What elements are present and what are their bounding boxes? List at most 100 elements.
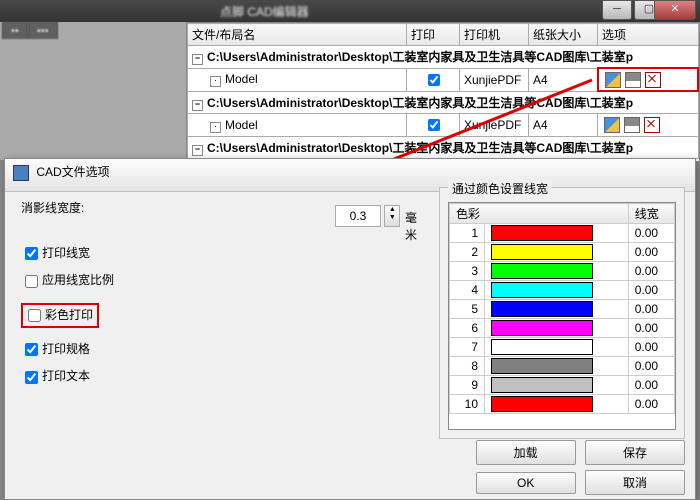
color-swatch[interactable] bbox=[491, 396, 593, 412]
load-button[interactable]: 加载 bbox=[476, 440, 576, 465]
blurred-tab: ▪▪ bbox=[2, 22, 28, 39]
paper-cell: A4 bbox=[529, 68, 598, 91]
color-index: 6 bbox=[450, 319, 485, 338]
table-row[interactable]: ·ModelXunjiePDFA4 bbox=[188, 68, 699, 91]
option-label: 打印线宽 bbox=[42, 246, 90, 260]
option-checkbox[interactable] bbox=[25, 275, 38, 288]
col-color[interactable]: 色彩 bbox=[450, 204, 629, 224]
delete-icon[interactable] bbox=[644, 117, 660, 133]
color-swatch[interactable] bbox=[491, 225, 593, 241]
app-titlebar: 点脚 CAD编辑器 ─ ▢ ✕ bbox=[0, 0, 700, 23]
color-row[interactable]: 80.00 bbox=[450, 357, 675, 376]
save-button[interactable]: 保存 bbox=[585, 440, 685, 465]
color-index: 4 bbox=[450, 281, 485, 300]
close-icon[interactable]: ✕ bbox=[654, 0, 696, 20]
option-应用线宽比例[interactable]: 应用线宽比例 bbox=[21, 271, 421, 290]
preview-icon[interactable] bbox=[604, 117, 620, 133]
spinner[interactable]: ▲▼ bbox=[384, 205, 400, 227]
color-swatch[interactable] bbox=[491, 320, 593, 336]
option-checkbox[interactable] bbox=[25, 343, 38, 356]
table-row[interactable]: −C:\Users\Administrator\Desktop\工装室内家具及卫… bbox=[188, 91, 699, 114]
table-row[interactable]: ·ModelXunjiePDFA4 bbox=[188, 114, 699, 137]
option-checkbox[interactable] bbox=[25, 247, 38, 260]
col-linewidth[interactable]: 线宽 bbox=[628, 204, 674, 224]
color-row[interactable]: 100.00 bbox=[450, 395, 675, 414]
properties-icon[interactable] bbox=[625, 72, 641, 88]
file-table-panel: 文件/布局名 打印 打印机 纸张大小 选项 −C:\Users\Administ… bbox=[186, 22, 700, 162]
option-checkbox[interactable] bbox=[25, 371, 38, 384]
option-打印文本[interactable]: 打印文本 bbox=[21, 367, 421, 386]
minimize-icon[interactable]: ─ bbox=[602, 0, 632, 20]
color-swatch[interactable] bbox=[491, 282, 593, 298]
option-checkbox[interactable] bbox=[28, 309, 41, 322]
color-row[interactable]: 70.00 bbox=[450, 338, 675, 357]
color-row[interactable]: 30.00 bbox=[450, 262, 675, 281]
col-paper[interactable]: 纸张大小 bbox=[529, 24, 598, 46]
table-row[interactable]: −C:\Users\Administrator\Desktop\工装室内家具及卫… bbox=[188, 137, 699, 159]
linewidth-value: 0.00 bbox=[628, 319, 674, 338]
color-index: 3 bbox=[450, 262, 485, 281]
color-index: 5 bbox=[450, 300, 485, 319]
color-swatch[interactable] bbox=[491, 244, 593, 260]
color-index: 2 bbox=[450, 243, 485, 262]
option-label: 打印规格 bbox=[42, 342, 90, 356]
tree-collapse-icon[interactable]: − bbox=[192, 54, 203, 65]
print-checkbox[interactable] bbox=[428, 74, 440, 86]
color-row[interactable]: 60.00 bbox=[450, 319, 675, 338]
properties-icon[interactable] bbox=[624, 117, 640, 133]
linewidth-value: 0.00 bbox=[628, 300, 674, 319]
color-row[interactable]: 50.00 bbox=[450, 300, 675, 319]
col-print[interactable]: 打印 bbox=[407, 24, 460, 46]
option-label: 打印文本 bbox=[42, 369, 90, 383]
col-name[interactable]: 文件/布局名 bbox=[188, 24, 407, 46]
app-icon bbox=[13, 165, 29, 181]
cancel-button[interactable]: 取消 bbox=[585, 470, 685, 495]
color-row[interactable]: 10.00 bbox=[450, 224, 675, 243]
color-index: 8 bbox=[450, 357, 485, 376]
blurred-tab: ▪▪▪ bbox=[28, 22, 58, 39]
tree-collapse-icon[interactable]: − bbox=[192, 100, 203, 111]
linewidth-value: 0.00 bbox=[628, 281, 674, 300]
color-row[interactable]: 20.00 bbox=[450, 243, 675, 262]
option-彩色打印[interactable]: 彩色打印 bbox=[21, 303, 99, 328]
col-options[interactable]: 选项 bbox=[598, 24, 699, 46]
linewidth-value: 0.00 bbox=[628, 357, 674, 376]
linewidth-value: 0.00 bbox=[628, 395, 674, 414]
print-checkbox[interactable] bbox=[428, 119, 440, 131]
delete-icon[interactable] bbox=[645, 72, 661, 88]
tree-leaf-icon: · bbox=[210, 76, 221, 87]
color-swatch[interactable] bbox=[491, 377, 593, 393]
color-swatch[interactable] bbox=[491, 358, 593, 374]
linewidth-value: 0.00 bbox=[628, 338, 674, 357]
left-panel: ▪▪▪▪▪ bbox=[0, 22, 186, 160]
linewidth-value: 0.00 bbox=[628, 224, 674, 243]
color-index: 1 bbox=[450, 224, 485, 243]
unit-label: 毫米 bbox=[405, 209, 421, 243]
preview-icon[interactable] bbox=[605, 72, 621, 88]
color-swatch[interactable] bbox=[491, 263, 593, 279]
printer-cell: XunjiePDF bbox=[460, 114, 529, 137]
option-打印规格[interactable]: 打印规格 bbox=[21, 340, 421, 359]
color-swatch[interactable] bbox=[491, 301, 593, 317]
ok-button[interactable]: OK bbox=[476, 472, 576, 494]
app-title: 点脚 CAD编辑器 bbox=[220, 3, 309, 20]
color-row[interactable]: 90.00 bbox=[450, 376, 675, 395]
color-lineweight-group: 通过颜色设置线宽 色彩 线宽 10.0020.0030.0040.0050.00… bbox=[439, 187, 685, 439]
hide-line-width-input[interactable] bbox=[335, 205, 381, 227]
color-index: 7 bbox=[450, 338, 485, 357]
linewidth-value: 0.00 bbox=[628, 243, 674, 262]
color-swatch[interactable] bbox=[491, 339, 593, 355]
col-printer[interactable]: 打印机 bbox=[460, 24, 529, 46]
tree-leaf-icon: · bbox=[210, 122, 221, 133]
tree-collapse-icon[interactable]: − bbox=[192, 145, 203, 156]
option-打印线宽[interactable]: 打印线宽 bbox=[21, 244, 421, 263]
group-title: 通过颜色设置线宽 bbox=[448, 180, 552, 197]
printer-cell: XunjiePDF bbox=[460, 68, 529, 91]
option-label: 彩色打印 bbox=[45, 308, 93, 322]
dialog-title: CAD文件选项 bbox=[36, 165, 109, 179]
color-row[interactable]: 40.00 bbox=[450, 281, 675, 300]
table-row[interactable]: −C:\Users\Administrator\Desktop\工装室内家具及卫… bbox=[188, 46, 699, 69]
color-index: 9 bbox=[450, 376, 485, 395]
linewidth-value: 0.00 bbox=[628, 376, 674, 395]
color-index: 10 bbox=[450, 395, 485, 414]
